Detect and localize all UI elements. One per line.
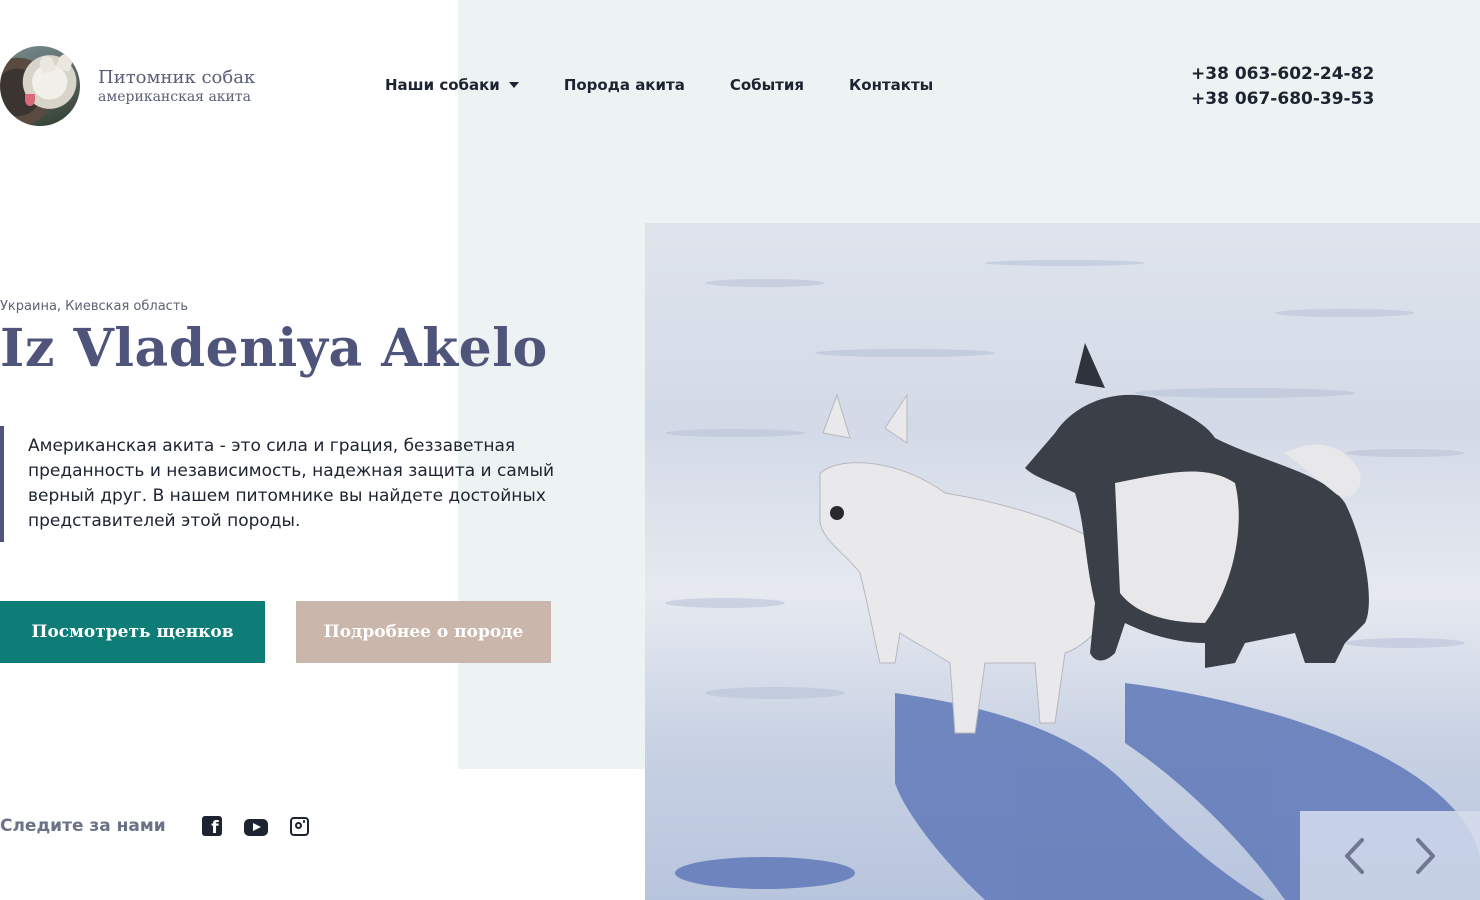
nav-item-label: Контакты <box>849 76 934 94</box>
dogs-in-snow-image <box>665 260 1480 900</box>
social-links: Следите за нами f <box>0 816 331 837</box>
chevron-right-icon[interactable] <box>1406 836 1446 876</box>
nav-item-our-dogs[interactable]: Наши собаки <box>385 76 519 94</box>
logo-text: Питомник собак американская акита <box>98 67 255 105</box>
nav-item-label: Наши собаки <box>385 76 500 94</box>
nav-item-breed[interactable]: Порода акита <box>564 76 685 94</box>
view-puppies-button[interactable]: Посмотреть щенков <box>0 601 265 663</box>
phone-link[interactable]: +38 067-680-39-53 <box>1191 87 1374 112</box>
follow-label: Следите за нами <box>0 816 166 836</box>
region-label: Украина, Киевская область <box>0 299 189 314</box>
main-nav: Наши собаки Порода акита События Контакт… <box>385 76 978 94</box>
hero-description: Американская акита - это сила и грация, … <box>0 426 560 542</box>
nav-item-label: События <box>729 76 805 94</box>
nav-item-label: Порода акита <box>563 76 685 94</box>
nav-item-events[interactable]: События <box>730 76 804 94</box>
phone-numbers: +38 063-602-24-82 +38 067-680-39-53 <box>1191 62 1374 112</box>
phone-link[interactable]: +38 063-602-24-82 <box>1191 62 1374 87</box>
logo-avatar <box>0 46 80 126</box>
slider-controls <box>1300 811 1480 900</box>
nav-item-contacts[interactable]: Контакты <box>849 76 933 94</box>
chevron-left-icon[interactable] <box>1334 836 1374 876</box>
page-title: Iz Vladeniya Akelo <box>0 318 548 379</box>
instagram-icon[interactable] <box>289 816 309 836</box>
logo[interactable]: Питомник собак американская акита <box>0 46 255 126</box>
facebook-icon[interactable]: f <box>201 816 222 837</box>
youtube-icon[interactable] <box>243 818 268 836</box>
logo-title: Питомник собак <box>98 67 256 88</box>
hero-photo <box>645 223 1480 900</box>
breed-details-button[interactable]: Подробнее о породе <box>296 601 551 663</box>
logo-subtitle: американская акита <box>98 89 251 105</box>
caret-down-icon <box>508 82 519 88</box>
